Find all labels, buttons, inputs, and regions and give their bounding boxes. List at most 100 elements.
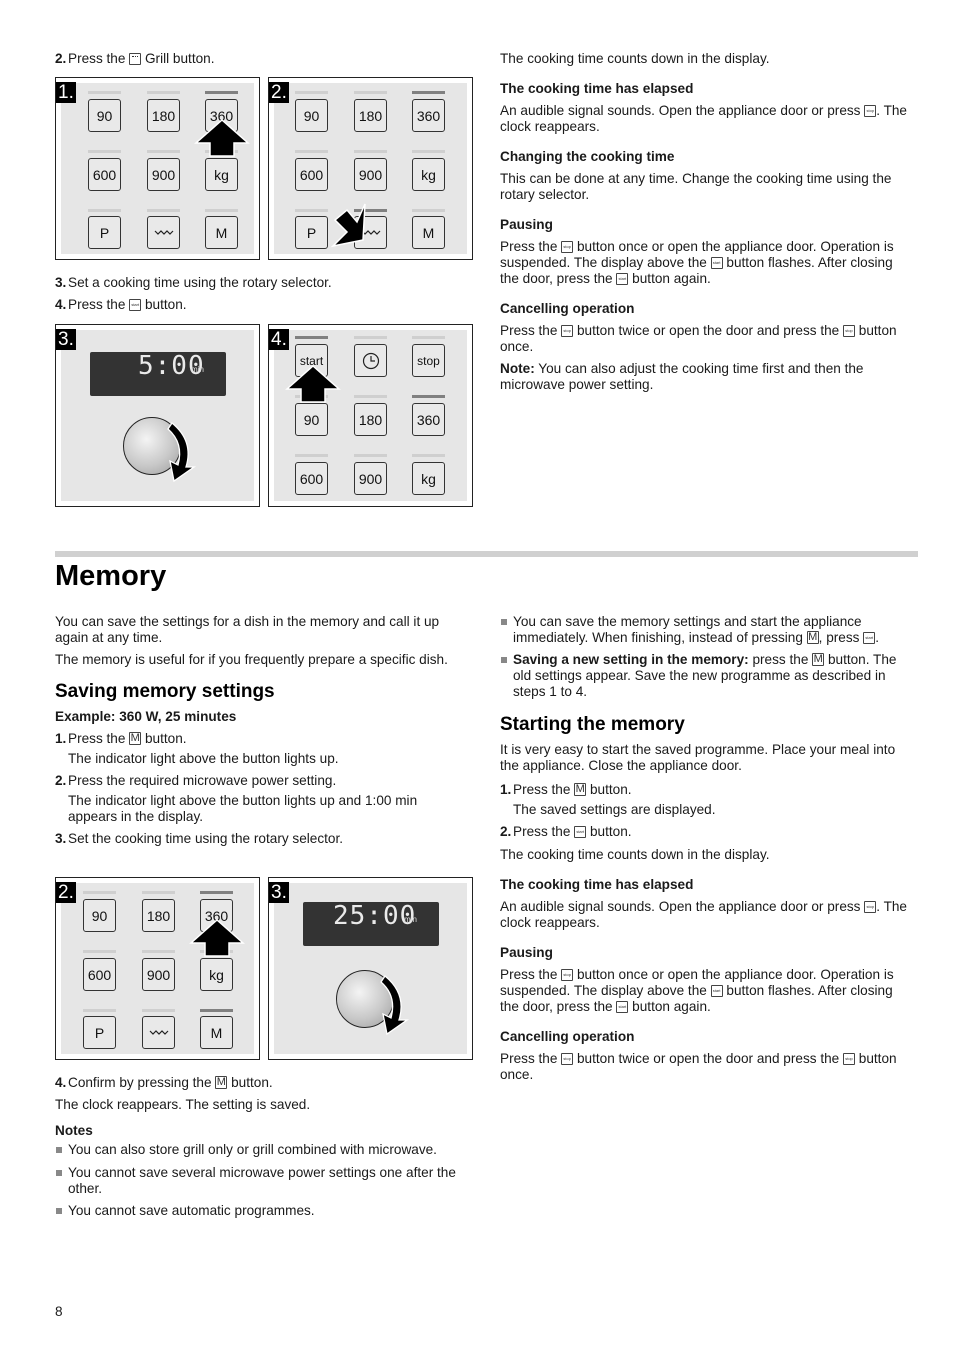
figure-tag: 1. (56, 82, 76, 103)
text: button. (144, 731, 187, 746)
text: You cannot save several microwave power … (68, 1165, 456, 1196)
saving-step-4: 4. Confirm by pressing the M button. (55, 1075, 475, 1091)
text: button again. (632, 271, 711, 286)
indicator-light (295, 91, 328, 94)
indicator-light (354, 454, 387, 457)
memory-figure-2-keypad: 2. 90 180 360 600 900 kg P M (55, 877, 260, 1060)
up-arrow-icon (285, 365, 341, 403)
stop-key-icon: stop (843, 325, 855, 337)
figure-3-display: 3. 5:00 min (55, 324, 260, 507)
top-right-column: The cooking time counts down in the disp… (500, 51, 915, 393)
stop-key-icon: stop (843, 1053, 855, 1065)
figure-4-keypad: 4. start stop 90 180 360 600 900 kg (268, 324, 473, 507)
key-grill (147, 216, 180, 249)
indicator-light (147, 150, 180, 153)
step-number: 4. (55, 297, 67, 312)
key-180: 180 (354, 403, 387, 436)
starting-step-1: 1. Press the M button. (500, 782, 910, 798)
section-heading: The cooking time has elapsed (500, 81, 694, 96)
start-key-icon: start (863, 632, 876, 644)
stop-key-icon: stop (561, 325, 574, 337)
text: button twice or open the door and press … (576, 1051, 840, 1066)
indicator-light (147, 209, 180, 212)
key-600: 600 (88, 158, 121, 191)
text: You cannot save automatic programmes. (68, 1203, 315, 1218)
rotate-clockwise-arrow-icon (167, 422, 197, 483)
page-number: 8 (55, 1304, 63, 1319)
text: button. (231, 1075, 273, 1090)
key-900: 900 (147, 158, 180, 191)
text: Press the (68, 731, 126, 746)
section-text: An audible signal sounds. Open the appli… (500, 103, 915, 135)
section-text: Press the stop button twice or open the … (500, 323, 915, 355)
step-number: 4. (55, 1075, 67, 1090)
key-m: M (412, 216, 445, 249)
section-text: Press the stop button once or open the a… (500, 967, 910, 1015)
memory-right-column: You can save the memory settings and sta… (500, 614, 910, 1083)
figure-tag: 3. (269, 882, 289, 903)
stop-key-icon: stop (864, 901, 877, 913)
indicator-light-active (205, 91, 238, 94)
section-heading: Starting the memory (500, 714, 685, 735)
note-item: You cannot save several microwave power … (55, 1165, 475, 1197)
bullet-square-icon (55, 1142, 68, 1158)
memory-figure-3-display: 3. 25:00 min (268, 877, 473, 1060)
bullet-square-icon (55, 1165, 68, 1197)
step-3-set-time: 3. Set a cooking time using the rotary s… (55, 275, 475, 291)
key-360: 360 (412, 403, 445, 436)
indicator-light (83, 891, 116, 894)
indicator-light (88, 150, 121, 153)
key-clock (354, 344, 387, 377)
figure-1-keypad: 1. 90 180 360 600 900 kg P M (55, 77, 260, 260)
section-heading: The cooking time has elapsed (500, 877, 694, 892)
section-text: An audible signal sounds. Open the appli… (500, 899, 910, 931)
key-kg: kg (412, 158, 445, 191)
figure-tag: 2. (56, 882, 76, 903)
clock-icon (362, 352, 379, 369)
text: An audible signal sounds. Open the appli… (500, 899, 861, 914)
notes-heading: Notes (55, 1123, 93, 1138)
indicator-light (205, 209, 238, 212)
key-180: 180 (147, 99, 180, 132)
bold-label: Saving a new setting in the memory: (513, 652, 749, 667)
indicator-light (83, 1009, 116, 1012)
diagonal-arrow-icon (330, 203, 366, 248)
key-kg: kg (205, 158, 238, 191)
section-heading: Cancelling operation (500, 1029, 635, 1044)
step-number: 1. (500, 782, 512, 797)
display-unit: min (404, 915, 417, 924)
bullet-square-icon (500, 652, 513, 700)
memory-intro: You can save the settings for a dish in … (55, 614, 440, 645)
key-180: 180 (354, 99, 387, 132)
text: Press the (513, 782, 571, 797)
step-result: The indicator light above the button lig… (68, 793, 418, 824)
figure-tag: 2. (269, 82, 289, 103)
stop-key-icon: stop (561, 241, 574, 253)
stop-key-icon: stop (561, 1053, 574, 1065)
indicator-light (295, 454, 328, 457)
indicator-light (354, 336, 387, 339)
grill-key-icon (129, 53, 142, 65)
indicator-light (295, 209, 328, 212)
step-number: 2. (55, 773, 67, 788)
section-text: Press the stop button twice or open the … (500, 1051, 910, 1083)
start-key-icon: start (710, 257, 723, 269)
start-key-icon: start (129, 299, 142, 311)
indicator-light (412, 150, 445, 153)
indicator-light-active (295, 336, 328, 339)
section-heading: Pausing (500, 945, 553, 960)
step-2-grill: 2. Press the Grill button. (55, 51, 475, 67)
text: button twice or open the door and press … (576, 323, 840, 338)
step-number: 3. (55, 275, 67, 290)
key-360: 360 (412, 99, 445, 132)
indicator-light (142, 1009, 175, 1012)
step-text: Press the (68, 51, 126, 66)
key-kg: kg (200, 958, 233, 991)
m-key-icon: M (129, 732, 142, 745)
saving-step-1: 1. Press the M button. (55, 731, 470, 747)
indicator-light (142, 891, 175, 894)
step-text: Press the (68, 297, 126, 312)
key-900: 900 (142, 958, 175, 991)
step-number: 2. (55, 51, 67, 66)
grill-icon (154, 229, 173, 235)
